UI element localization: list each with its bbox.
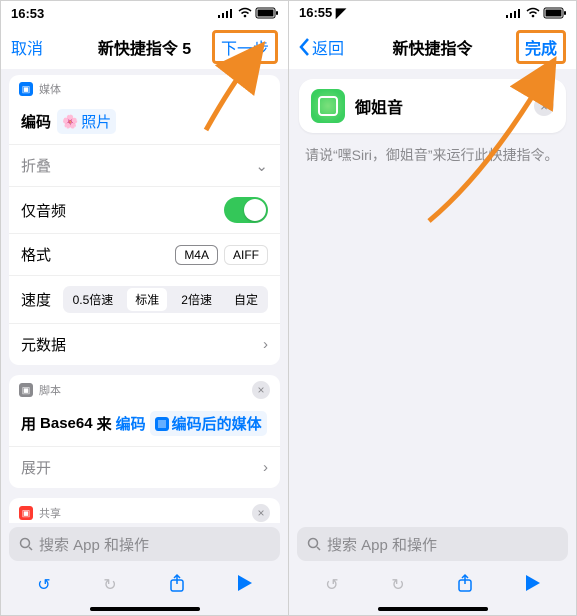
encode-link[interactable]: 编码 — [116, 413, 146, 434]
right-panel: 16:55 ◤ 返回 新快捷指令 完成 御姐音 × 请说“嘿Siri，御姐音”来… — [288, 1, 576, 615]
close-icon[interactable]: × — [252, 381, 270, 399]
shortcut-app-icon — [311, 89, 345, 123]
audio-only-toggle[interactable] — [224, 197, 268, 223]
speed-opt-0[interactable]: 0.5倍速 — [65, 288, 122, 311]
speed-opt-3[interactable]: 自定 — [226, 288, 266, 311]
home-indicator — [90, 607, 200, 611]
page-title: 新快捷指令 5 — [98, 35, 191, 59]
card-head-label: 共享 — [39, 505, 61, 521]
script-action-card: ▣ 脚本 × 用 Base64 来 编码 编码后的媒体 展开 › — [9, 375, 280, 488]
status-time: 16:53 — [11, 6, 44, 21]
status-bar: 16:53 — [1, 1, 288, 25]
format-option-aiff[interactable]: AIFF — [224, 245, 268, 265]
format-row: 格式 M4A AIFF — [9, 233, 280, 275]
expand-row[interactable]: 展开 › — [9, 446, 280, 488]
speed-row: 速度 0.5倍速 标准 2倍速 自定 — [9, 275, 280, 323]
chevron-right-icon: › — [263, 459, 268, 476]
done-button[interactable]: 完成 — [516, 30, 566, 64]
search-icon — [19, 537, 33, 551]
play-button[interactable] — [238, 575, 252, 596]
clear-icon[interactable]: × — [534, 96, 554, 116]
encode-label: 编码 — [21, 111, 51, 132]
signal-icon — [506, 8, 522, 18]
back-button[interactable]: 返回 — [299, 35, 344, 59]
search-input[interactable]: 搜索 App 和操作 — [9, 527, 280, 561]
battery-icon — [256, 8, 278, 19]
wifi-icon — [526, 8, 540, 18]
search-placeholder: 搜索 App 和操作 — [327, 534, 437, 555]
cancel-button[interactable]: 取消 — [11, 35, 43, 59]
card-head-label: 媒体 — [39, 81, 61, 97]
content-area: 御姐音 × 请说“嘿Siri，御姐音”来运行此快捷指令。 — [289, 69, 576, 523]
page-title: 新快捷指令 — [392, 35, 472, 59]
redo-button[interactable]: ↻ — [391, 575, 404, 595]
speed-segment: 0.5倍速 标准 2倍速 自定 — [63, 286, 268, 313]
format-option-m4a[interactable]: M4A — [175, 245, 218, 265]
fold-row[interactable]: 折叠 ⌄ — [9, 144, 280, 186]
navbar: 取消 新快捷指令 5 下一步 — [1, 25, 288, 69]
redo-button[interactable]: ↻ — [103, 575, 116, 595]
metadata-row[interactable]: 元数据 › — [9, 323, 280, 365]
search-icon — [307, 537, 321, 551]
share-button[interactable] — [169, 574, 185, 597]
status-indicators — [218, 8, 278, 19]
toolbar: ↺ ↻ — [1, 563, 288, 607]
speed-opt-2[interactable]: 2倍速 — [173, 288, 220, 311]
media-token-icon — [155, 417, 169, 431]
share-action-card: ▣ 共享 × 将 Base64 已编码内容 拷贝至剪贴板 展开 › — [9, 498, 280, 523]
content-area: ▣ 媒体 编码 🌸照片 折叠 ⌄ 仅音频 — [1, 69, 288, 523]
play-button[interactable] — [526, 575, 540, 596]
close-icon[interactable]: × — [252, 504, 270, 522]
status-bar: 16:55 ◤ — [289, 1, 576, 25]
home-indicator — [378, 607, 488, 611]
left-panel: 16:53 取消 新快捷指令 5 下一步 ▣ 媒体 编码 — [1, 1, 288, 615]
script-icon: ▣ — [19, 383, 33, 397]
undo-button[interactable]: ↺ — [37, 575, 50, 595]
photos-token[interactable]: 🌸照片 — [57, 109, 116, 134]
signal-icon — [218, 8, 234, 18]
status-time: 16:55 ◤ — [299, 5, 346, 21]
shortcut-name: 御姐音 — [355, 94, 403, 118]
battery-icon — [544, 8, 566, 19]
chevron-down-icon: ⌄ — [255, 157, 268, 175]
encoded-media-token[interactable]: 编码后的媒体 — [150, 411, 267, 436]
next-button[interactable]: 下一步 — [212, 30, 278, 64]
speed-opt-1[interactable]: 标准 — [127, 288, 167, 311]
chevron-right-icon: › — [263, 336, 268, 353]
audio-only-row: 仅音频 — [9, 186, 280, 233]
chevron-left-icon — [299, 38, 310, 56]
shortcut-name-row[interactable]: 御姐音 × — [299, 79, 566, 133]
siri-hint: 请说“嘿Siri，御姐音”来运行此快捷指令。 — [289, 143, 576, 167]
navbar: 返回 新快捷指令 完成 — [289, 25, 576, 69]
share-button[interactable] — [457, 574, 473, 597]
search-input[interactable]: 搜索 App 和操作 — [297, 527, 568, 561]
wifi-icon — [238, 8, 252, 18]
card-head-label: 脚本 — [39, 382, 61, 398]
media-action-card: ▣ 媒体 编码 🌸照片 折叠 ⌄ 仅音频 — [9, 75, 280, 365]
media-icon: ▣ — [19, 82, 33, 96]
search-placeholder: 搜索 App 和操作 — [39, 534, 149, 555]
status-indicators — [506, 8, 566, 19]
undo-button[interactable]: ↺ — [325, 575, 338, 595]
toolbar: ↺ ↻ — [289, 563, 576, 607]
share-icon: ▣ — [19, 506, 33, 520]
